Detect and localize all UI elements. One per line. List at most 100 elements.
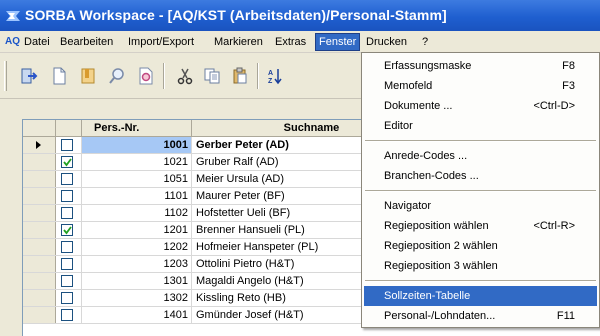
pers-nr-cell[interactable]: 1203: [82, 256, 192, 272]
checkbox-checked[interactable]: [61, 156, 73, 168]
menu-extras[interactable]: Extras: [272, 34, 309, 50]
row-checkbox-cell: [56, 137, 82, 153]
menu-item-label: Dokumente ...: [384, 100, 453, 112]
menu-separator: [365, 140, 596, 142]
bookmark-icon[interactable]: [76, 65, 100, 87]
menu-separator: [365, 280, 596, 282]
row-checkbox-cell: [56, 273, 82, 289]
new-document-icon[interactable]: [47, 65, 71, 87]
row-indicator[interactable]: [23, 171, 56, 187]
menu-datei[interactable]: Datei: [21, 34, 53, 50]
row-indicator[interactable]: [23, 256, 56, 272]
checkbox-unchecked[interactable]: [61, 275, 73, 287]
menu-item-shortcut: F3: [562, 80, 575, 92]
menu-item-navigator[interactable]: Navigator: [364, 196, 597, 216]
row-indicator[interactable]: [23, 222, 56, 238]
menu-markieren[interactable]: Markieren: [211, 34, 266, 50]
menu-item-regieposition-2-wählen[interactable]: Regieposition 2 wählen: [364, 236, 597, 256]
menu-item-memofeld[interactable]: Memofeld F3: [364, 76, 597, 96]
row-indicator[interactable]: [23, 137, 56, 153]
toolbar-separator: [257, 63, 259, 89]
image-search-icon[interactable]: [134, 65, 158, 87]
copy-icon[interactable]: [200, 65, 224, 87]
menu-import-export[interactable]: Import/Export: [125, 34, 197, 50]
pers-nr-cell[interactable]: 1051: [82, 171, 192, 187]
menu-item-branchen-codes[interactable]: Branchen-Codes ...: [364, 166, 597, 186]
checkbox-unchecked[interactable]: [61, 139, 73, 151]
menu-item-label: Anrede-Codes ...: [384, 150, 468, 162]
row-checkbox-cell: [56, 205, 82, 221]
checkbox-checked[interactable]: [61, 224, 73, 236]
menu-item-shortcut: <Ctrl-D>: [533, 100, 575, 112]
menu-fenster[interactable]: Fenster: [314, 33, 361, 51]
pers-nr-cell[interactable]: 1202: [82, 239, 192, 255]
menu-drucken[interactable]: Drucken: [363, 34, 410, 50]
row-checkbox-cell: [56, 307, 82, 323]
menu-item-label: Sollzeiten-Tabelle: [384, 290, 471, 302]
window-title: SORBA Workspace - [AQ/KST (Arbeitsdaten)…: [25, 7, 447, 23]
svg-text:Z: Z: [268, 78, 273, 85]
menu-item-regieposition-3-wählen[interactable]: Regieposition 3 wählen: [364, 256, 597, 276]
menu-item-shortcut: <Ctrl-R>: [533, 220, 575, 232]
row-checkbox-cell: [56, 222, 82, 238]
pers-nr-cell[interactable]: 1102: [82, 205, 192, 221]
sort-az-icon[interactable]: AZ: [263, 65, 287, 87]
menu-bearbeiten[interactable]: Bearbeiten: [57, 34, 116, 50]
row-indicator[interactable]: [23, 205, 56, 221]
menu-item-shortcut: F8: [562, 60, 575, 72]
row-checkbox-cell: [56, 256, 82, 272]
checkbox-unchecked[interactable]: [61, 241, 73, 253]
checkbox-unchecked[interactable]: [61, 190, 73, 202]
menu-item-personal-lohndaten[interactable]: Personal-/Lohndaten... F11: [364, 306, 597, 326]
row-checkbox-cell: [56, 154, 82, 170]
title-bar: SORBA Workspace - [AQ/KST (Arbeitsdaten)…: [0, 0, 600, 31]
checkbox-unchecked[interactable]: [61, 292, 73, 304]
row-indicator[interactable]: [23, 239, 56, 255]
toolbar-grip[interactable]: [4, 61, 7, 91]
menu-item-label: Memofeld: [384, 80, 433, 92]
row-indicator[interactable]: [23, 290, 56, 306]
row-checkbox-cell: [56, 171, 82, 187]
paste-icon[interactable]: [228, 65, 252, 87]
menu-item-label: Personal-/Lohndaten...: [384, 310, 496, 322]
menu-item-label: Branchen-Codes ...: [384, 170, 479, 182]
menu-item-sollzeiten-tabelle[interactable]: Sollzeiten-Tabelle: [364, 286, 597, 306]
pers-nr-cell[interactable]: 1301: [82, 273, 192, 289]
row-indicator[interactable]: [23, 188, 56, 204]
menu-item-editor[interactable]: Editor: [364, 116, 597, 136]
search-icon[interactable]: [105, 65, 129, 87]
menubar-logo: AQ: [5, 36, 20, 47]
menu-item-regieposition-wählen[interactable]: Regieposition wählen <Ctrl-R>: [364, 216, 597, 236]
checkbox-unchecked[interactable]: [61, 207, 73, 219]
row-indicator[interactable]: [23, 154, 56, 170]
pers-nr-cell[interactable]: 1201: [82, 222, 192, 238]
svg-text:A: A: [268, 70, 273, 77]
fenster-dropdown-menu: Erfassungsmaske F8 Memofeld F3 Dokumente ...…: [361, 52, 600, 328]
row-indicator[interactable]: [23, 273, 56, 289]
menu-item-label: Regieposition 2 wählen: [384, 240, 498, 252]
row-checkbox-cell: [56, 290, 82, 306]
pers-nr-cell[interactable]: 1001: [82, 137, 192, 153]
menu-item-erfassungsmaske[interactable]: Erfassungsmaske F8: [364, 56, 597, 76]
cut-icon[interactable]: [173, 65, 197, 87]
menu-item-anrede-codes[interactable]: Anrede-Codes ...: [364, 146, 597, 166]
menu-item-dokumente[interactable]: Dokumente ... <Ctrl-D>: [364, 96, 597, 116]
menu-item-label: Regieposition 3 wählen: [384, 260, 498, 272]
checkbox-unchecked[interactable]: [61, 309, 73, 321]
pers-nr-cell[interactable]: 1101: [82, 188, 192, 204]
pers-nr-cell[interactable]: 1021: [82, 154, 192, 170]
row-checkbox-cell: [56, 188, 82, 204]
checkbox-unchecked[interactable]: [61, 173, 73, 185]
header-indicator: [23, 120, 56, 137]
menu-item-label: Regieposition wählen: [384, 220, 489, 232]
pers-nr-cell[interactable]: 1401: [82, 307, 192, 323]
row-indicator[interactable]: [23, 307, 56, 323]
pers-nr-cell[interactable]: 1302: [82, 290, 192, 306]
header-pers-nr[interactable]: Pers.-Nr.: [82, 120, 192, 137]
sorba-logo-icon: [6, 10, 20, 22]
menu-item-label: Editor: [384, 120, 413, 132]
exit-icon[interactable]: [17, 65, 41, 87]
checkbox-unchecked[interactable]: [61, 258, 73, 270]
menu-help[interactable]: ?: [419, 34, 431, 50]
menu-item-label: Erfassungsmaske: [384, 60, 472, 72]
